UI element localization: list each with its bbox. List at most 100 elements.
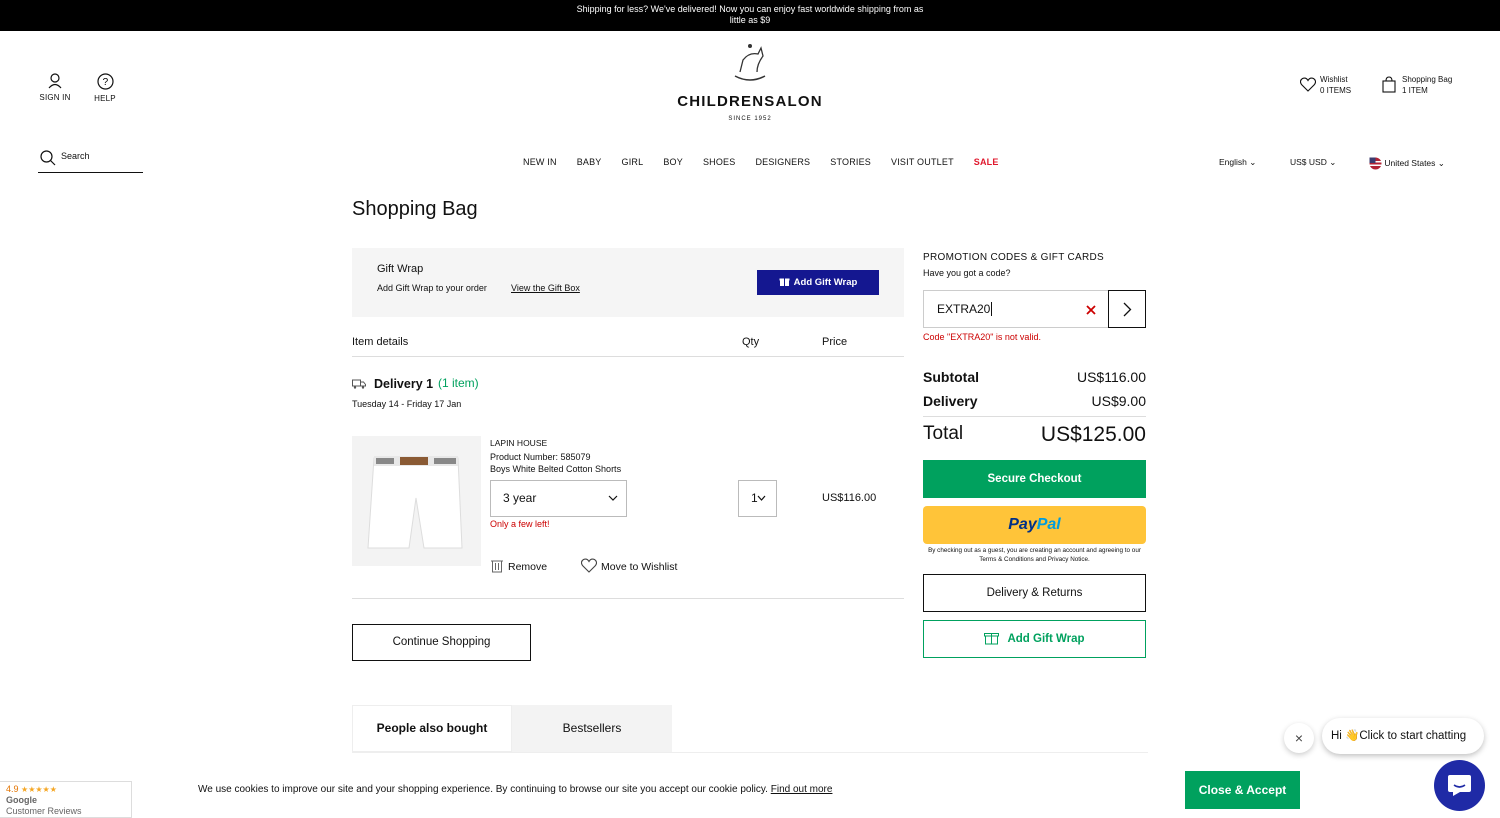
help-icon: ? — [96, 73, 114, 90]
delivery-row: Delivery US$9.00 — [923, 393, 1146, 409]
chevron-down-icon — [608, 495, 618, 501]
divider — [923, 416, 1146, 417]
search-icon — [40, 150, 56, 166]
clear-icon[interactable] — [1086, 305, 1096, 315]
delivery-cost-value: US$9.00 — [1091, 393, 1146, 409]
product-brand[interactable]: LAPIN HOUSE — [490, 438, 547, 448]
nav-item-visit-outlet[interactable]: VISIT OUTLET — [891, 157, 954, 167]
logo-text: CHILDRENSALON — [677, 93, 823, 110]
rocking-horse-logo-icon — [734, 44, 766, 81]
gift-wrap-title: Gift Wrap — [377, 263, 424, 275]
item-price: US$116.00 — [822, 492, 877, 504]
checkout-fine-print: By checking out as a guest, you are crea… — [928, 547, 1141, 563]
tab-bestsellers[interactable]: Bestsellers — [512, 705, 672, 752]
remove-button[interactable]: Remove — [490, 558, 547, 573]
gift-icon — [779, 278, 790, 286]
paypal-logo-pay: Pay — [1008, 516, 1037, 533]
product-image[interactable] — [352, 436, 481, 566]
wishlist-button[interactable]: Wishlist 0 ITEMS — [1300, 74, 1351, 96]
chat-close-button[interactable]: × — [1284, 723, 1314, 753]
text-cursor — [991, 302, 993, 316]
product-number: Product Number: 585079 — [490, 452, 591, 462]
nav-item-new-in[interactable]: NEW IN — [523, 157, 557, 167]
site-logo[interactable]: CHILDRENSALON SINCE 1952 — [670, 42, 830, 122]
add-gift-wrap-secondary-button[interactable]: Add Gift Wrap — [923, 620, 1146, 658]
nav-item-shoes[interactable]: SHOES — [703, 157, 736, 167]
nav-item-sale[interactable]: SALE — [974, 157, 999, 167]
help-label: HELP — [94, 94, 116, 103]
bag-label: Shopping Bag — [1402, 75, 1453, 84]
delivery-returns-button[interactable]: Delivery & Returns — [923, 574, 1146, 612]
chat-launcher-button[interactable] — [1434, 760, 1485, 811]
find-out-more-link[interactable]: Find out more — [771, 784, 833, 795]
total-row: Total US$125.00 — [923, 423, 1146, 447]
tab-people-also-bought[interactable]: People also bought — [352, 705, 512, 752]
promo-subheading: Have you got a code? — [923, 268, 1011, 278]
subtotal-value: US$116.00 — [1076, 369, 1146, 385]
language-value: English — [1219, 157, 1247, 167]
divider — [352, 752, 1148, 753]
secure-checkout-button[interactable]: Secure Checkout — [923, 460, 1146, 498]
help-button[interactable]: ? HELP — [93, 73, 117, 103]
quantity-select[interactable]: 1 — [738, 480, 777, 517]
google-brand: Google — [6, 795, 37, 805]
gift-icon — [984, 633, 1000, 645]
shorts-image — [367, 456, 463, 549]
chevron-down-icon: ⌄ — [1437, 157, 1445, 168]
recommendation-tabs: People also bought Bestsellers — [352, 705, 672, 752]
view-gift-box-link[interactable]: View the Gift Box — [511, 283, 580, 293]
country-select[interactable]: United States ⌄ — [1369, 157, 1445, 170]
remove-label: Remove — [508, 561, 548, 573]
promo-error: Code "EXTRA20" is not valid. — [923, 332, 1041, 342]
apply-promo-button[interactable] — [1108, 290, 1146, 328]
nav-item-boy[interactable]: BOY — [663, 157, 683, 167]
google-reviews-label: Customer Reviews — [6, 806, 82, 816]
search-input[interactable]: Search — [38, 146, 143, 173]
announcement-text: Shipping for less? We've delivered! Now … — [576, 4, 924, 25]
chevron-down-icon — [757, 495, 766, 501]
size-select[interactable]: 3 year — [490, 480, 627, 517]
item-details-header: Item details — [352, 336, 409, 348]
main-nav: NEW IN BABY GIRL BOY SHOES DESIGNERS STO… — [523, 157, 1019, 167]
logo-since: SINCE 1952 — [728, 116, 772, 122]
add-gift-wrap-label: Add Gift Wrap — [793, 277, 858, 288]
qty-header: Qty — [742, 336, 760, 348]
promo-code-input[interactable]: EXTRA20 — [923, 290, 1109, 328]
heart-icon — [580, 558, 598, 573]
cookie-message: We use cookies to improve our site and y… — [198, 784, 832, 795]
delivery-truck-icon — [352, 379, 366, 389]
page-title: Shopping Bag — [352, 198, 478, 220]
nav-item-stories[interactable]: STORIES — [830, 157, 871, 167]
paypal-logo-pal: Pal — [1036, 516, 1061, 533]
sign-in-label: SIGN IN — [39, 93, 71, 102]
paypal-button[interactable]: PayPal — [923, 506, 1146, 544]
sign-in-button[interactable]: SIGN IN — [38, 73, 72, 102]
nav-item-designers[interactable]: DESIGNERS — [755, 157, 810, 167]
chevron-right-icon — [1123, 302, 1132, 317]
stock-warning: Only a few left! — [490, 519, 550, 529]
nav-item-girl[interactable]: GIRL — [622, 157, 644, 167]
search-placeholder: Search — [61, 151, 90, 161]
divider — [352, 356, 904, 357]
user-icon — [48, 73, 62, 89]
product-name[interactable]: Boys White Belted Cotton Shorts — [490, 464, 621, 474]
gift-wrap-panel: Gift Wrap Add Gift Wrap to your order Vi… — [352, 248, 904, 317]
google-reviews-badge[interactable]: 4.9 ★★★★★ Google Customer Reviews — [0, 781, 132, 818]
move-to-wishlist-button[interactable]: Move to Wishlist — [580, 558, 677, 573]
promo-heading: PROMOTION CODES & GIFT CARDS — [923, 252, 1105, 263]
trash-icon — [491, 560, 503, 573]
language-select[interactable]: English ⌄ — [1219, 157, 1256, 168]
shopping-bag-button[interactable]: Shopping Bag 1 ITEM — [1382, 74, 1452, 96]
chat-prompt[interactable]: Hi 👋Click to start chatting — [1322, 718, 1484, 754]
continue-shopping-button[interactable]: Continue Shopping — [352, 624, 531, 661]
size-value: 3 year — [503, 491, 537, 505]
nav-item-baby[interactable]: BABY — [577, 157, 602, 167]
close-accept-button[interactable]: Close & Accept — [1185, 771, 1300, 809]
us-flag-icon — [1369, 157, 1382, 170]
chevron-down-icon: ⌄ — [1249, 157, 1257, 167]
chevron-down-icon: ⌄ — [1329, 157, 1337, 167]
delivery-label: Delivery 1 — [374, 377, 434, 391]
wishlist-count: 0 ITEMS — [1320, 86, 1352, 95]
currency-select[interactable]: US$ USD ⌄ — [1290, 157, 1336, 168]
add-gift-wrap-button[interactable]: Add Gift Wrap — [757, 270, 879, 295]
